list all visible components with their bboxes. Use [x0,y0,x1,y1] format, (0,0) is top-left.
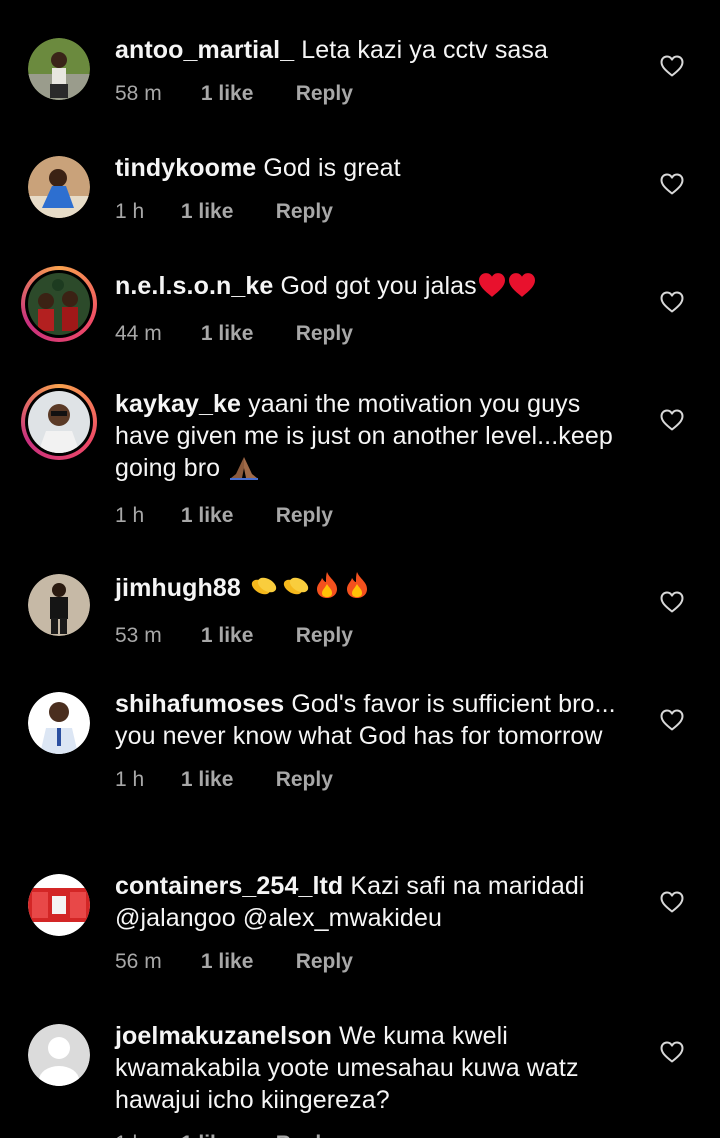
avatar-photo [28,874,90,936]
comment-username[interactable]: n.e.l.s.o.n_ke [115,272,273,300]
like-heart-icon[interactable] [660,409,684,431]
clapping-hands-icon [248,572,280,608]
comment-time: 58 m [115,82,162,105]
comment-likes[interactable]: 1 like [181,1130,270,1138]
avatar-photo [28,391,90,453]
comment-meta: 1 h 1 like Reply [115,766,625,794]
avatar[interactable] [28,1024,90,1086]
comment-meta: 1 h 1 like Reply [115,198,625,226]
comment-meta: 58 m 1 like Reply [115,80,625,108]
avatar-photo [28,38,90,100]
comment-username[interactable]: joelmakuzanelson [115,1022,332,1050]
comment-time: 1 h [115,1130,175,1138]
comment-text: shihafumoses God's favor is sufficient b… [115,688,625,752]
comment-username[interactable]: kaykay_ke [115,390,241,418]
comment-likes[interactable]: 1 like [181,502,270,530]
comment-meta: 1 h 1 like Reply [115,502,625,530]
reply-button[interactable]: Reply [296,320,353,348]
comment-text: tindykoome God is great [115,152,625,184]
red-heart-icon [507,272,537,306]
comment-time: 53 m [115,624,162,647]
comment-text: antoo_martial_ Leta kazi ya cctv sasa [115,34,625,66]
comment-likes[interactable]: 1 like [201,622,290,650]
comment-likes[interactable]: 1 like [181,766,270,794]
reply-button[interactable]: Reply [276,198,333,226]
avatar[interactable] [28,38,90,100]
like-heart-icon[interactable] [660,173,684,195]
comment-likes[interactable]: 1 like [201,948,290,976]
avatar-photo [28,692,90,754]
comment-text: n.e.l.s.o.n_ke God got you jalas [115,270,625,306]
comment-username[interactable]: antoo_martial_ [115,36,294,64]
comment-text: containers_254_ltd Kazi safi na maridadi… [115,870,625,934]
default-avatar-icon [28,1024,90,1086]
avatar-photo [28,273,90,335]
comment-likes[interactable]: 1 like [201,320,290,348]
reply-button[interactable]: Reply [296,80,353,108]
reply-button[interactable]: Reply [276,766,333,794]
fire-icon [342,570,372,608]
avatar[interactable] [28,574,90,636]
avatar-photo [28,574,90,636]
reply-button[interactable]: Reply [276,1130,333,1138]
like-heart-icon[interactable] [660,891,684,913]
comment-username[interactable]: jimhugh88 [115,574,241,602]
comment-time: 1 h [115,504,145,527]
comment-time: 1 h [115,200,145,223]
reply-button[interactable]: Reply [296,622,353,650]
avatar[interactable] [28,874,90,936]
folded-hands-icon [227,454,261,488]
comment-username[interactable]: shihafumoses [115,690,284,718]
comment-body: God got you jalas [280,272,477,300]
reply-button[interactable]: Reply [276,502,333,530]
like-heart-icon[interactable] [660,591,684,613]
comment-likes[interactable]: 1 like [181,198,270,226]
comment-text: jimhugh88 [115,570,625,608]
clapping-hands-icon [280,572,312,608]
avatar-photo [28,156,90,218]
reply-button[interactable]: Reply [296,948,353,976]
comment-time: 1 h [115,768,145,791]
like-heart-icon[interactable] [660,709,684,731]
comments-list: antoo_martial_ Leta kazi ya cctv sasa 58… [0,0,720,1138]
comment-time: 56 m [115,950,162,973]
red-heart-icon [477,272,507,306]
comment-body: Leta kazi ya cctv sasa [301,36,549,64]
comment-username[interactable]: tindykoome [115,154,256,182]
comment-likes[interactable]: 1 like [201,80,290,108]
comment-text: kaykay_ke yaani the motivation you guys … [115,388,625,488]
like-heart-icon[interactable] [660,291,684,313]
comment-meta: 1 h 1 like Reply [115,1130,625,1138]
avatar[interactable] [28,156,90,218]
comment-username[interactable]: containers_254_ltd [115,872,343,900]
like-heart-icon[interactable] [660,55,684,77]
comment-meta: 44 m 1 like Reply [115,320,625,348]
like-heart-icon[interactable] [660,1041,684,1063]
comment-time: 44 m [115,322,162,345]
fire-icon [312,570,342,608]
comment-meta: 53 m 1 like Reply [115,622,625,650]
comment-meta: 56 m 1 like Reply [115,948,625,976]
comment-text: joelmakuzanelson We kuma kweli kwamakabi… [115,1020,625,1116]
avatar-story-ring[interactable] [21,266,97,342]
avatar-story-ring[interactable] [21,384,97,460]
avatar[interactable] [28,692,90,754]
comment-body: God is great [263,154,401,182]
